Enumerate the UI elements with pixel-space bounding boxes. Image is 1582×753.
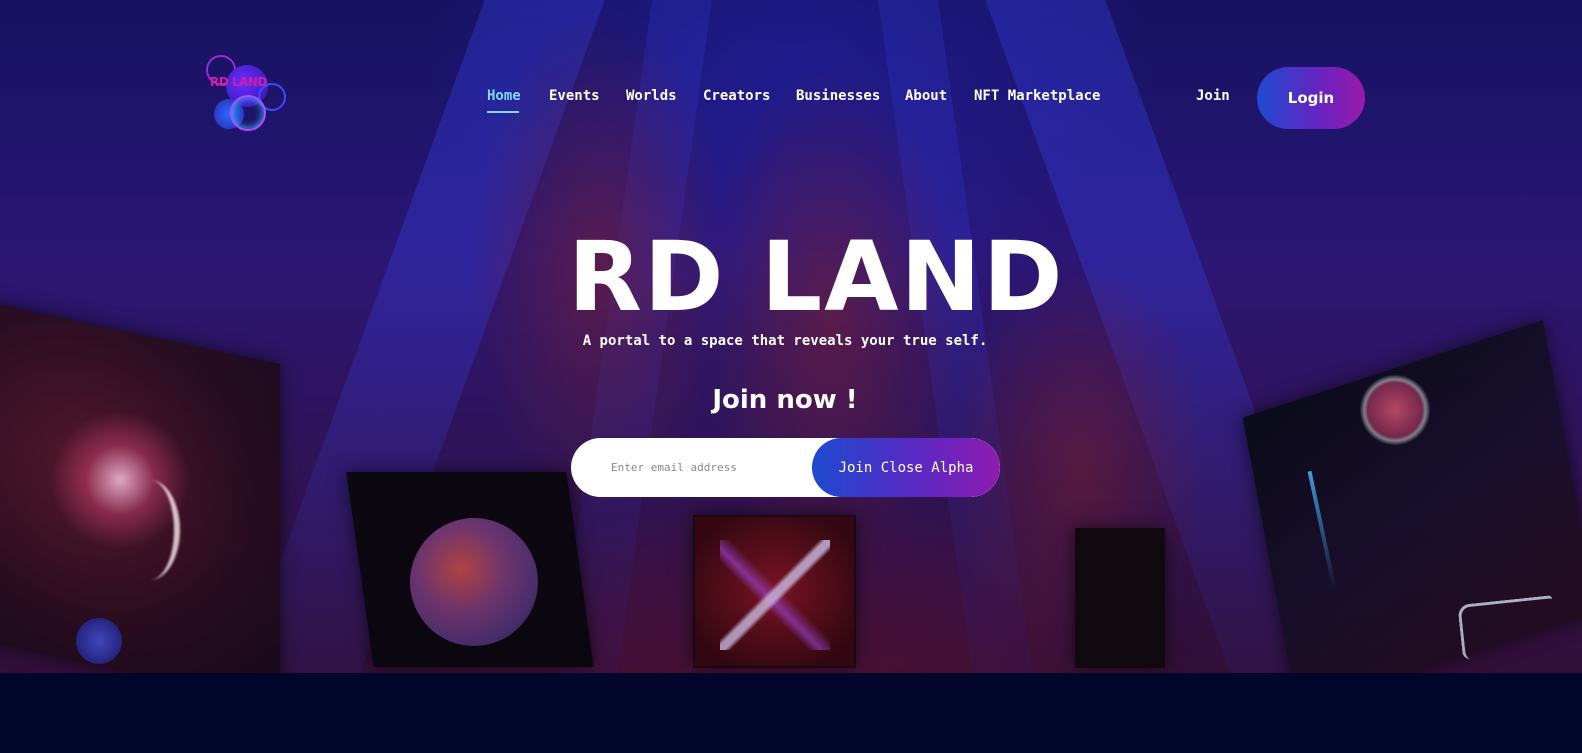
- join-close-alpha-button[interactable]: Join Close Alpha: [812, 438, 1000, 497]
- nav-item-home[interactable]: Home: [487, 88, 521, 104]
- signup-form: Join Close Alpha: [571, 438, 1000, 497]
- nav-item-worlds[interactable]: Worlds: [626, 88, 677, 104]
- hero-tagline: A portal to a space that reveals your tr…: [582, 333, 988, 349]
- site-logo[interactable]: RD LAND: [204, 53, 288, 133]
- logo-text: RD LAND: [210, 75, 267, 89]
- logo-circle: [230, 95, 266, 131]
- join-link[interactable]: Join: [1196, 88, 1230, 104]
- nav-item-creators[interactable]: Creators: [703, 88, 770, 104]
- nav-item-about[interactable]: About: [905, 88, 947, 104]
- nav-item-businesses[interactable]: Businesses: [796, 88, 880, 104]
- email-input[interactable]: [571, 438, 821, 497]
- nav-item-events[interactable]: Events: [549, 88, 600, 104]
- login-button[interactable]: Login: [1257, 67, 1365, 129]
- cta-heading: Join now !: [712, 385, 858, 415]
- page-bottom-band: [0, 673, 1582, 753]
- nav-item-nft-marketplace[interactable]: NFT Marketplace: [974, 88, 1100, 104]
- hero-title: RD LAND: [568, 221, 1065, 333]
- active-nav-underline: [487, 111, 519, 113]
